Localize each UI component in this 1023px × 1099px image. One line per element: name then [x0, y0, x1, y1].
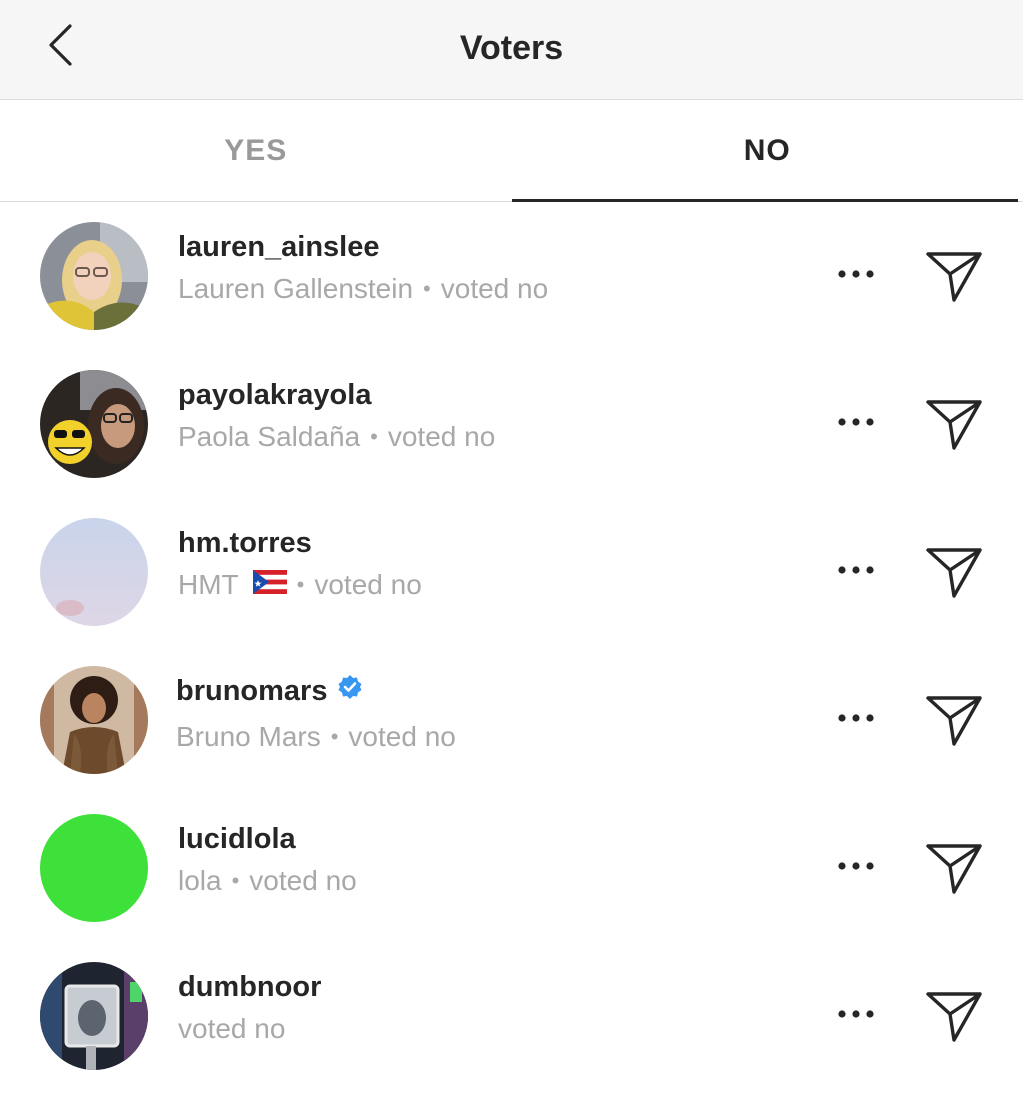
- vote-status: voted no: [387, 421, 496, 452]
- vote-tabs: YES NO: [0, 100, 1023, 202]
- username[interactable]: hm.torres: [178, 524, 422, 562]
- full-name: lola: [178, 865, 222, 896]
- separator-dot: •: [231, 868, 240, 893]
- vote-status: voted no: [314, 569, 422, 600]
- more-options-icon: [838, 566, 874, 574]
- puerto-rico-flag-icon: [252, 564, 287, 606]
- voter-text: hm.torres HMT • voted no: [178, 524, 422, 606]
- voter-subtitle: Paola Saldaña • voted no: [178, 416, 495, 458]
- voter-subtitle: voted no: [178, 1008, 321, 1050]
- full-name: Lauren Gallenstein: [178, 273, 414, 304]
- voter-text: brunomars Bruno Mars • voted no: [176, 672, 456, 758]
- avatar[interactable]: [40, 814, 148, 922]
- voter-row[interactable]: hm.torres HMT • voted no: [0, 498, 1023, 646]
- voter-text: payolakrayola Paola Saldaña • voted no: [178, 376, 495, 458]
- username-row: brunomars: [176, 672, 456, 710]
- more-options-button[interactable]: [836, 254, 876, 294]
- vote-status: voted no: [348, 721, 456, 752]
- more-options-button[interactable]: [836, 402, 876, 442]
- separator-dot: •: [370, 424, 378, 449]
- separator-dot: •: [330, 724, 339, 749]
- voter-text: dumbnoor voted no: [178, 968, 321, 1050]
- vote-status: voted no: [440, 273, 549, 304]
- voter-text: lauren_ainslee Lauren Gallenstein • vote…: [178, 228, 548, 310]
- send-button[interactable]: [922, 688, 986, 752]
- page-title: Voters: [459, 28, 564, 67]
- avatar[interactable]: [40, 518, 148, 626]
- voter-text: lucidlola lola • voted no: [178, 820, 357, 902]
- voter-subtitle: lola • voted no: [178, 860, 357, 902]
- username[interactable]: brunomars: [176, 672, 327, 710]
- voter-row[interactable]: brunomars Bruno Mars • voted no: [0, 646, 1023, 794]
- send-direct-icon: [926, 992, 982, 1042]
- more-options-icon: [838, 270, 874, 278]
- more-options-button[interactable]: [836, 698, 876, 738]
- voters-list: lauren_ainslee Lauren Gallenstein • vote…: [0, 202, 1023, 1090]
- vote-status: voted no: [249, 865, 357, 896]
- voter-row[interactable]: lucidlola lola • voted no: [0, 794, 1023, 942]
- separator-dot: •: [423, 276, 431, 301]
- separator-dot: •: [296, 572, 305, 597]
- voter-row[interactable]: dumbnoor voted no: [0, 942, 1023, 1090]
- avatar[interactable]: [40, 370, 148, 478]
- full-name: Paola Saldaña: [178, 421, 361, 452]
- more-options-icon: [838, 714, 874, 722]
- voter-subtitle: Bruno Mars • voted no: [176, 716, 456, 758]
- tab-no[interactable]: NO: [511, 100, 1023, 202]
- send-direct-icon: [926, 696, 982, 746]
- voter-row[interactable]: lauren_ainslee Lauren Gallenstein • vote…: [0, 202, 1023, 350]
- vote-status: voted no: [178, 1013, 286, 1044]
- more-options-icon: [838, 418, 874, 426]
- tab-yes[interactable]: YES: [0, 100, 512, 201]
- send-button[interactable]: [922, 392, 986, 456]
- more-options-icon: [838, 1010, 874, 1018]
- send-direct-icon: [926, 844, 982, 894]
- verified-badge-icon: [337, 672, 363, 710]
- full-name: Bruno Mars: [176, 721, 321, 752]
- avatar[interactable]: [40, 962, 148, 1070]
- full-name: HMT: [178, 569, 239, 600]
- voter-subtitle: Lauren Gallenstein • voted no: [178, 268, 548, 310]
- username[interactable]: lucidlola: [178, 820, 357, 858]
- voter-row[interactable]: payolakrayola Paola Saldaña • voted no: [0, 350, 1023, 498]
- more-options-button[interactable]: [836, 994, 876, 1034]
- username[interactable]: lauren_ainslee: [178, 228, 548, 266]
- send-direct-icon: [926, 548, 982, 598]
- avatar[interactable]: [40, 666, 148, 774]
- send-direct-icon: [926, 252, 982, 302]
- send-button[interactable]: [922, 244, 986, 308]
- send-button[interactable]: [922, 836, 986, 900]
- username[interactable]: dumbnoor: [178, 968, 321, 1006]
- header-bar: Voters: [0, 0, 1023, 100]
- send-direct-icon: [926, 400, 982, 450]
- more-options-button[interactable]: [836, 550, 876, 590]
- voter-subtitle: HMT • voted no: [178, 564, 422, 606]
- username[interactable]: payolakrayola: [178, 376, 495, 414]
- send-button[interactable]: [922, 984, 986, 1048]
- more-options-button[interactable]: [836, 846, 876, 886]
- more-options-icon: [838, 862, 874, 870]
- send-button[interactable]: [922, 540, 986, 604]
- avatar[interactable]: [40, 222, 148, 330]
